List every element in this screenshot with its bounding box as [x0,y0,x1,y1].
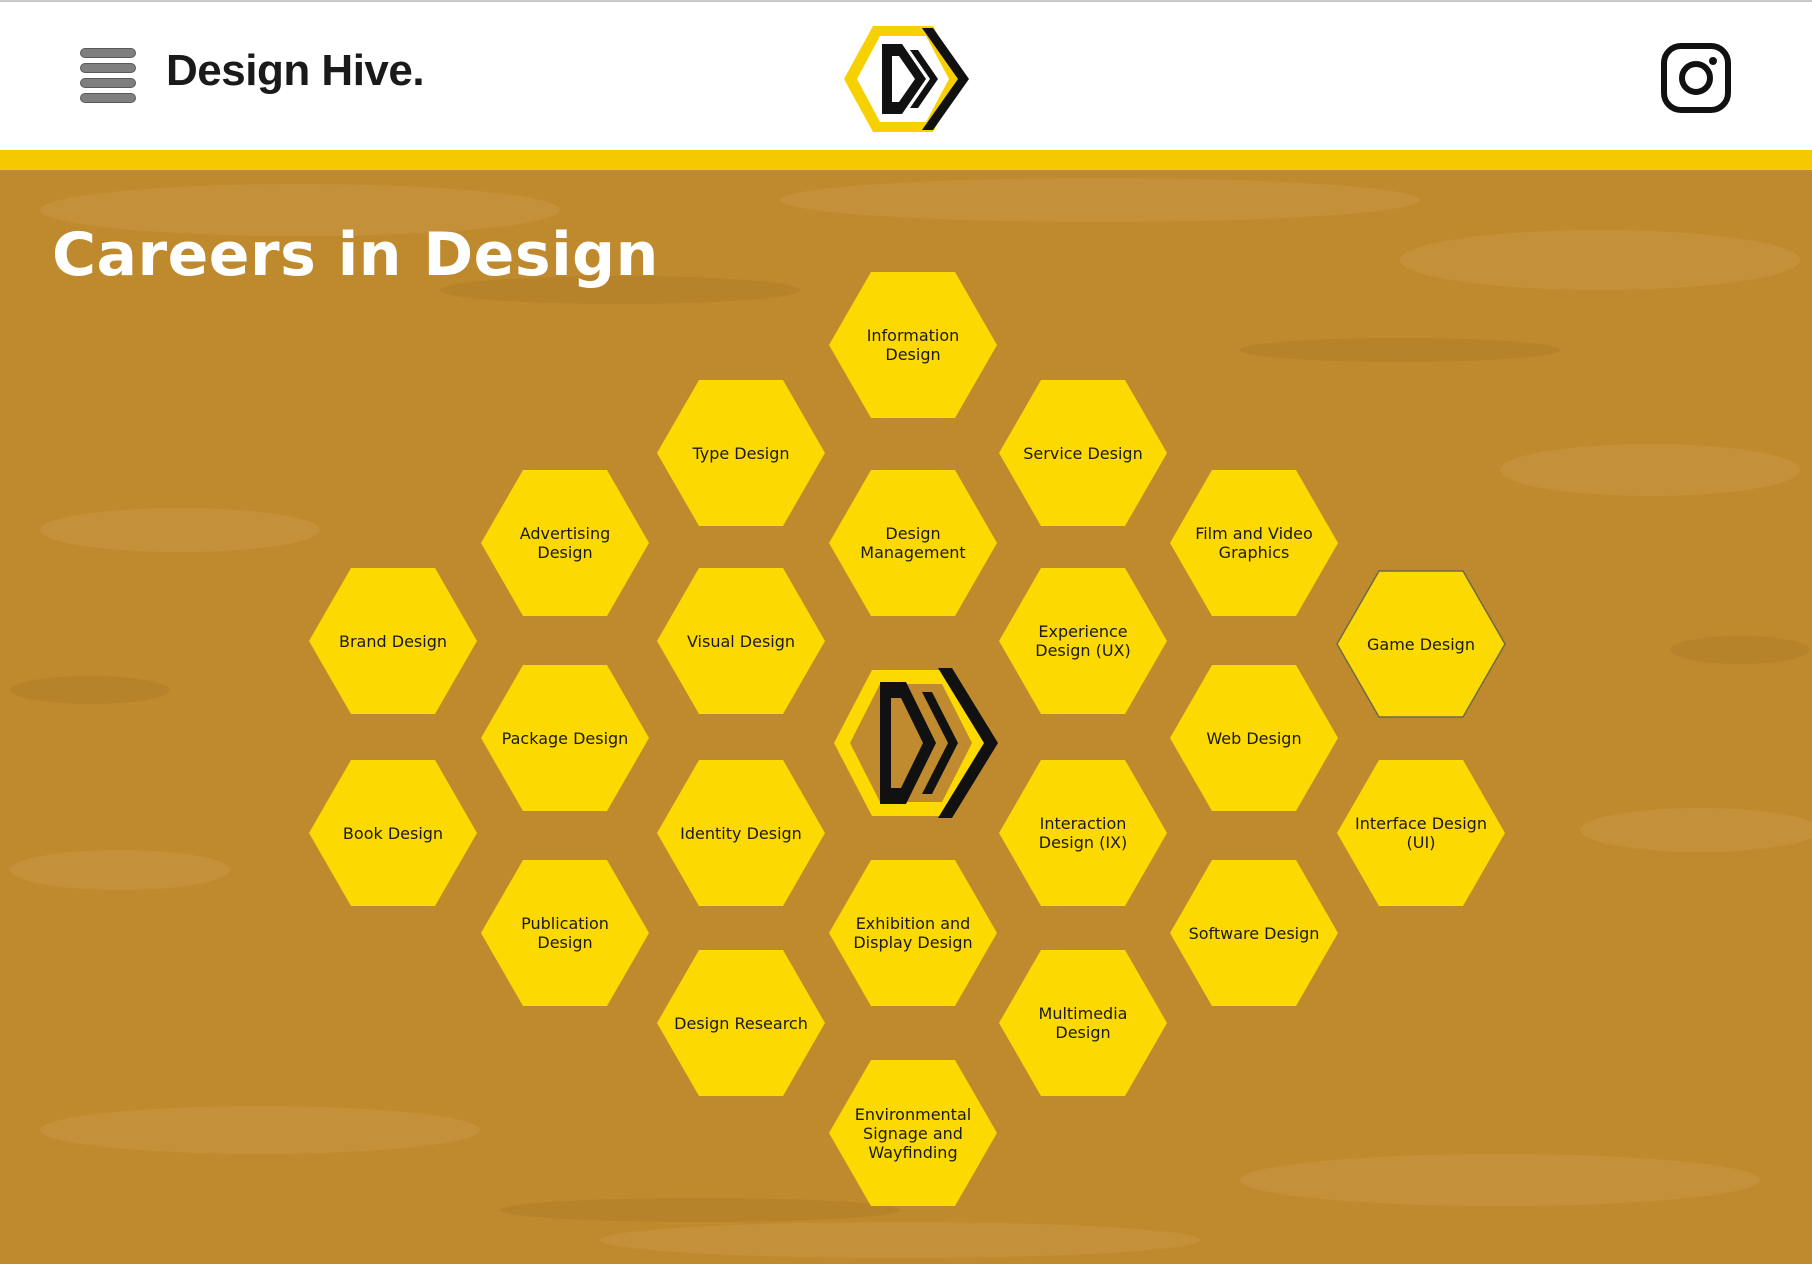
hex-label: Experience Design (UX) [1035,622,1131,660]
hex-label: Identity Design [680,823,802,843]
hex-label: Publication Design [521,914,609,952]
hex-label: Design Research [674,1013,808,1033]
hex-label: Exhibition and Display Design [853,914,973,952]
header-accent-band [0,150,1812,170]
hex-label: Visual Design [686,631,796,651]
site-header: Design Hive. [0,2,1812,150]
hex-label: Book Design [342,823,444,843]
hex-label: Environmental Signage and Wayfinding [854,1104,972,1162]
hex-label: Interface Design (UI) [1355,814,1487,852]
hex-label: Film and Video Graphics [1195,524,1313,562]
page-title: Careers in Design [52,220,659,290]
hex-label: Game Design [1367,634,1475,654]
design-hive-logo-icon[interactable] [840,20,980,138]
hamburger-menu-icon-bar [80,93,136,103]
hex-label: Brand Design [339,631,447,651]
hex-label: Type Design [692,443,790,463]
instagram-icon[interactable] [1660,42,1732,114]
hamburger-menu-icon [80,48,136,58]
hamburger-menu-icon-bar [80,63,136,73]
hex-label: Web Design [1206,728,1302,748]
hex-label: Service Design [1023,443,1143,463]
site-brand-name[interactable]: Design Hive. [166,46,425,96]
hex-label: Design Management [860,524,966,562]
hex-label: Multimedia Design [1038,1004,1128,1042]
hex-label: Package Design [501,728,629,748]
hex-label: Information Design [866,326,960,364]
center-logo-icon [834,668,998,818]
hex-label: Software Design [1188,923,1320,943]
menu-button[interactable] [80,48,138,103]
hex-label: Advertising Design [519,524,611,562]
hex-label: Interaction Design (IX) [1038,814,1128,852]
hamburger-menu-icon-bar [80,78,136,88]
